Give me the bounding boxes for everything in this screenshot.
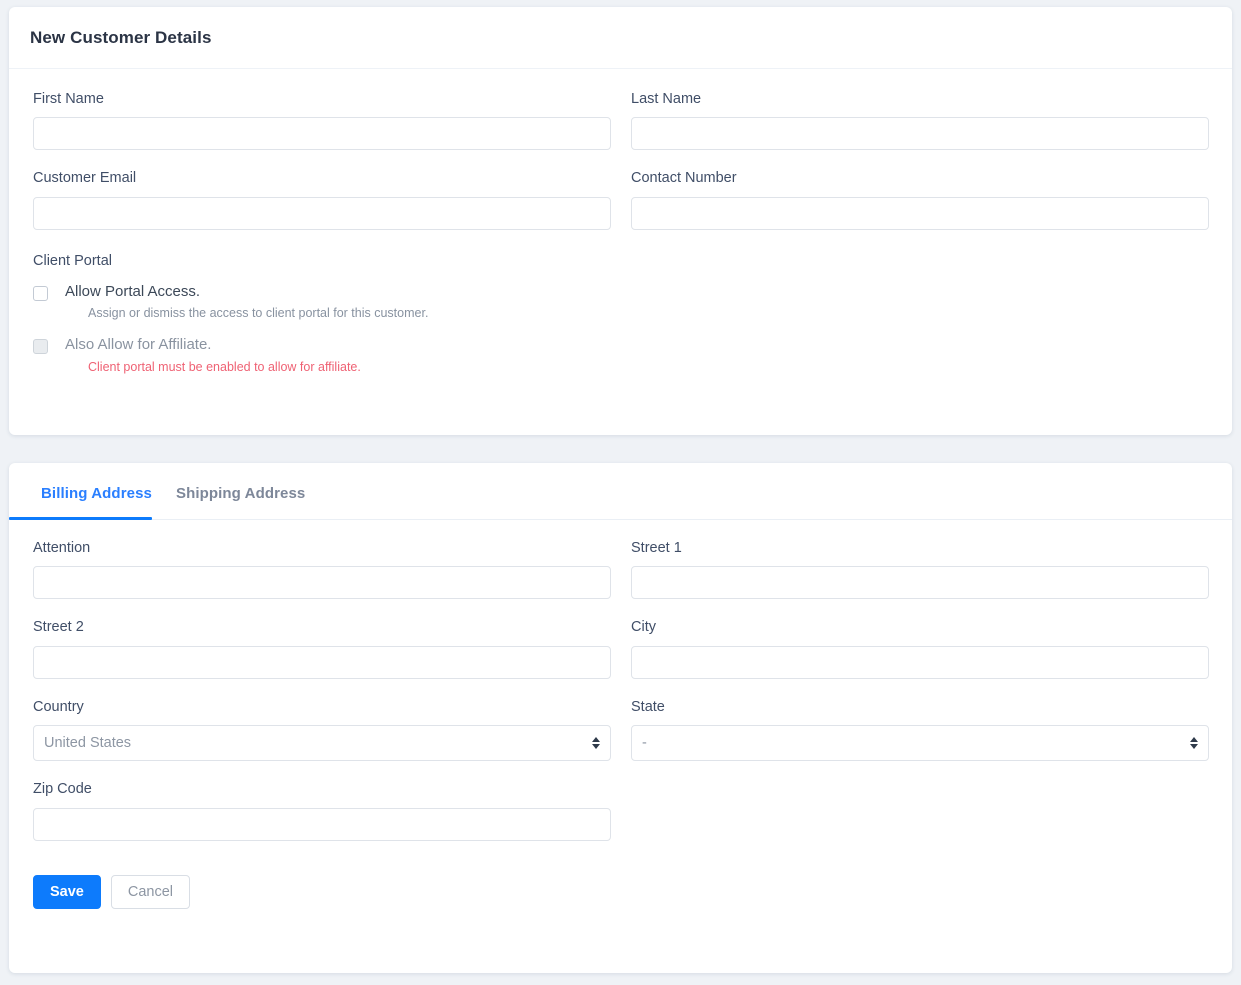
- contact-number-field-group: Contact Number: [631, 170, 1209, 249]
- customer-email-field: Customer Email: [33, 170, 611, 230]
- client-portal-section: Client Portal Allow Portal Access. Assig…: [33, 253, 1208, 375]
- allow-portal-access-label: Allow Portal Access.: [65, 282, 201, 300]
- zip-label: Zip Code: [33, 781, 92, 798]
- active-tab-indicator: [9, 517, 152, 520]
- customer-email-label: Customer Email: [33, 170, 137, 187]
- save-button[interactable]: Save: [33, 874, 101, 909]
- country-select[interactable]: United States: [33, 725, 611, 762]
- allow-portal-access-checkbox[interactable]: [33, 285, 48, 301]
- allow-affiliate-checkbox[interactable]: [33, 339, 48, 355]
- attention-field: Attention: [33, 540, 611, 600]
- contact-number-input[interactable]: [631, 196, 1209, 230]
- zip-row-spacer: [631, 781, 1209, 860]
- first-name-label: First Name: [33, 91, 104, 107]
- details-card-body: First Name Last Name Customer Email Cont…: [9, 69, 1232, 375]
- tab-billing-address[interactable]: Billing Address: [29, 485, 164, 519]
- last-name-field-group: Last Name: [631, 91, 1209, 170]
- country-state-row: Country United States State -: [33, 699, 1209, 781]
- street1-input[interactable]: [631, 566, 1209, 600]
- cancel-button[interactable]: Cancel: [110, 874, 191, 909]
- country-select-wrap: United States: [33, 725, 611, 762]
- allow-affiliate-error: Client portal must be enabled to allow f…: [88, 359, 361, 374]
- city-input[interactable]: [631, 645, 1209, 679]
- client-portal-label: Client Portal: [33, 252, 112, 269]
- customer-email-field-group: Customer Email: [33, 170, 611, 249]
- last-name-label: Last Name: [631, 91, 702, 107]
- card-header: New Customer Details: [9, 7, 1232, 69]
- page-title: New Customer Details: [30, 27, 212, 47]
- country-field: Country United States: [33, 698, 611, 762]
- tab-shipping-address-label: Shipping Address: [175, 485, 306, 502]
- street1-field: Street 1: [631, 540, 1209, 600]
- state-field: State -: [631, 698, 1209, 762]
- zip-field: Zip Code: [33, 781, 611, 841]
- form-actions: Save Cancel: [33, 861, 1208, 909]
- first-name-field: First Name: [33, 91, 611, 151]
- attention-street1-row: Attention Street 1: [33, 540, 1209, 619]
- last-name-input[interactable]: [631, 117, 1209, 151]
- last-name-field: Last Name: [631, 91, 1209, 151]
- tab-billing-address-label: Billing Address: [41, 485, 152, 502]
- address-card-body: Attention Street 1 Street 2 City Country…: [9, 520, 1232, 909]
- city-field: City: [631, 619, 1209, 679]
- contact-number-field: Contact Number: [631, 170, 1209, 230]
- street2-field-group: Street 2: [33, 619, 611, 698]
- country-field-group: Country United States: [33, 699, 611, 781]
- street2-label: Street 2: [33, 619, 84, 636]
- city-label: City: [631, 619, 656, 636]
- name-row: First Name Last Name: [33, 91, 1209, 170]
- customer-email-input[interactable]: [33, 196, 611, 230]
- page-root: New Customer Details First Name Last Nam…: [0, 0, 1241, 985]
- street2-field: Street 2: [33, 619, 611, 679]
- state-field-group: State -: [631, 699, 1209, 781]
- contact-number-label: Contact Number: [631, 170, 737, 187]
- state-label: State: [631, 698, 665, 715]
- country-label: Country: [33, 698, 84, 715]
- new-customer-details-card: New Customer Details First Name Last Nam…: [9, 7, 1232, 435]
- allow-affiliate-row[interactable]: Also Allow for Affiliate.: [33, 335, 1208, 355]
- zip-field-group: Zip Code: [33, 781, 611, 860]
- zip-input[interactable]: [33, 807, 611, 841]
- zip-row: Zip Code: [33, 781, 1208, 860]
- allow-affiliate-label: Also Allow for Affiliate.: [65, 336, 212, 354]
- address-card: Billing Address Shipping Address Attenti…: [9, 463, 1232, 973]
- attention-label: Attention: [33, 540, 91, 556]
- allow-portal-access-row[interactable]: Allow Portal Access.: [33, 282, 1208, 302]
- state-select-wrap: -: [631, 725, 1209, 762]
- state-select[interactable]: -: [631, 725, 1209, 762]
- attention-input[interactable]: [33, 566, 611, 600]
- city-field-group: City: [631, 619, 1209, 698]
- first-name-input[interactable]: [33, 117, 611, 151]
- attention-field-group: Attention: [33, 540, 611, 619]
- address-tabs: Billing Address Shipping Address: [9, 463, 1232, 520]
- contact-row: Customer Email Contact Number: [33, 170, 1209, 249]
- street2-input[interactable]: [33, 645, 611, 679]
- allow-portal-access-help: Assign or dismiss the access to client p…: [88, 306, 429, 321]
- street2-city-row: Street 2 City: [33, 619, 1209, 698]
- street1-field-group: Street 1: [631, 540, 1209, 619]
- first-name-field-group: First Name: [33, 91, 611, 170]
- street1-label: Street 1: [631, 540, 682, 556]
- tab-shipping-address[interactable]: Shipping Address: [164, 485, 317, 519]
